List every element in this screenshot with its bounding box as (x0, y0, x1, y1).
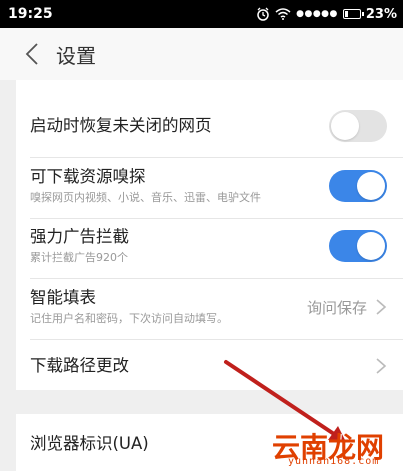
signal-strength: ●●●●● (296, 9, 338, 19)
divider (30, 278, 403, 279)
restore-pages-toggle[interactable] (329, 110, 387, 142)
smart-fill-value: 询问保存 (306, 298, 367, 317)
nav-bar: 设置 (0, 28, 403, 80)
resource-sniff-toggle[interactable] (329, 170, 387, 202)
setting-title: 浏览器标识(UA) (30, 434, 149, 453)
divider (30, 157, 403, 158)
back-button[interactable] (12, 28, 52, 80)
divider (30, 339, 403, 340)
setting-ad-block[interactable]: 强力广告拦截 累计拦截广告920个 (16, 223, 387, 269)
battery-percent: 23% (365, 6, 397, 22)
status-icons: ●●●●● 23% (256, 7, 397, 22)
setting-subtitle: 嗅探网页内视频、小说、音乐、迅雷、电驴文件 (30, 191, 261, 204)
chevron-right-icon (376, 299, 387, 315)
setting-smart-fill[interactable]: 智能填表 记住用户名和密码，下次访问自动填写。 询问保存 (16, 284, 387, 330)
setting-title: 下载路径更改 (30, 356, 129, 375)
setting-title: 强力广告拦截 (30, 227, 129, 246)
alarm-icon (257, 7, 269, 21)
watermark: 云南龙网 yunnan168.com (268, 420, 400, 468)
setting-subtitle: 累计拦截广告920个 (30, 251, 128, 264)
status-time: 19:25 (8, 6, 53, 22)
battery-icon (342, 9, 364, 19)
wifi-icon (275, 8, 291, 20)
setting-download-path[interactable]: 下载路径更改 (16, 345, 387, 387)
setting-restore-pages[interactable]: 启动时恢复未关闭的网页 (16, 104, 387, 148)
setting-resource-sniff[interactable]: 可下载资源嗅探 嗅探网页内视频、小说、音乐、迅雷、电驴文件 (16, 162, 387, 210)
settings-card: 启动时恢复未关闭的网页 可下载资源嗅探 嗅探网页内视频、小说、音乐、迅雷、电驴文… (16, 90, 403, 390)
toggle-knob (331, 112, 359, 140)
ad-block-toggle[interactable] (329, 230, 387, 262)
status-bar: 19:25 ●●●●● 23% (0, 0, 403, 28)
page-title: 设置 (56, 43, 96, 68)
watermark-url: yunnan168.com (288, 456, 380, 467)
divider (30, 218, 403, 219)
chevron-right-icon (376, 358, 387, 374)
setting-subtitle: 记住用户名和密码，下次访问自动填写。 (30, 312, 228, 325)
setting-title: 可下载资源嗅探 (30, 167, 146, 186)
chevron-left-icon (25, 43, 38, 65)
toggle-knob (357, 172, 385, 200)
toggle-knob (357, 232, 385, 260)
setting-title: 智能填表 (30, 288, 96, 307)
setting-title: 启动时恢复未关闭的网页 (30, 116, 212, 135)
